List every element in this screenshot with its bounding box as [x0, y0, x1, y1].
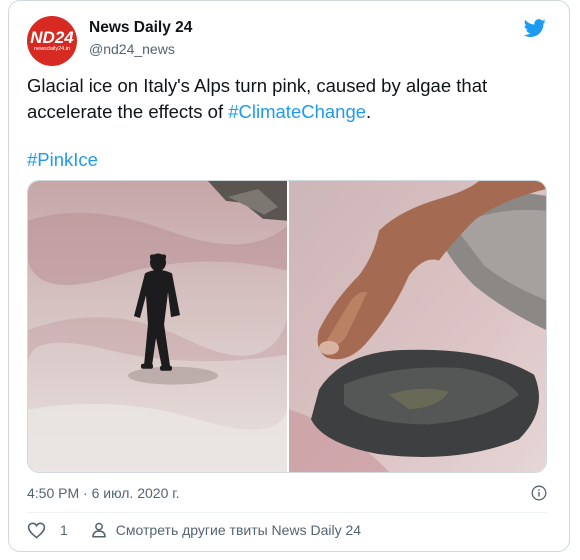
tweet-card[interactable]: ND24 newsdaily24.in News Daily 24 @nd24_…	[8, 0, 570, 552]
tweet-text-line: #PinkIce	[27, 147, 547, 173]
twitter-bird-icon[interactable]	[523, 17, 547, 39]
tweet-media[interactable]	[27, 180, 547, 473]
tweet-timestamp[interactable]: 4:50 PM · 6 июл. 2020 г.	[27, 485, 180, 501]
tweet-text-line: Glacial ice on Italy's Alps turn pink, c…	[27, 73, 547, 125]
like-count: 1	[60, 522, 68, 538]
tweet-actions: 1 Смотреть другие твиты News Daily 24	[27, 521, 361, 539]
photo-glacier-person[interactable]	[28, 181, 287, 472]
account-handle[interactable]: @nd24_news	[89, 41, 175, 57]
hashtag-pinkice-link[interactable]: #PinkIce	[27, 149, 98, 170]
account-name[interactable]: News Daily 24	[89, 19, 192, 37]
more-tweets-link[interactable]: Смотреть другие твиты News Daily 24	[116, 522, 361, 538]
photo-finger-rock[interactable]	[289, 181, 546, 472]
info-icon[interactable]	[531, 485, 547, 501]
heart-icon[interactable]	[27, 521, 46, 539]
avatar-logo-text: ND24	[30, 28, 74, 47]
glacier-person-image	[28, 181, 287, 472]
person-icon[interactable]	[90, 521, 108, 539]
finger-rock-image	[289, 181, 546, 472]
divider	[27, 512, 547, 513]
tweet-text-period: .	[366, 101, 372, 122]
tweet-text: Glacial ice on Italy's Alps turn pink, c…	[27, 73, 547, 173]
hashtag-climatechange-link[interactable]: #ClimateChange	[228, 101, 366, 122]
avatar[interactable]: ND24 newsdaily24.in	[27, 16, 77, 66]
avatar-logo-subtext: newsdaily24.in	[33, 46, 71, 52]
